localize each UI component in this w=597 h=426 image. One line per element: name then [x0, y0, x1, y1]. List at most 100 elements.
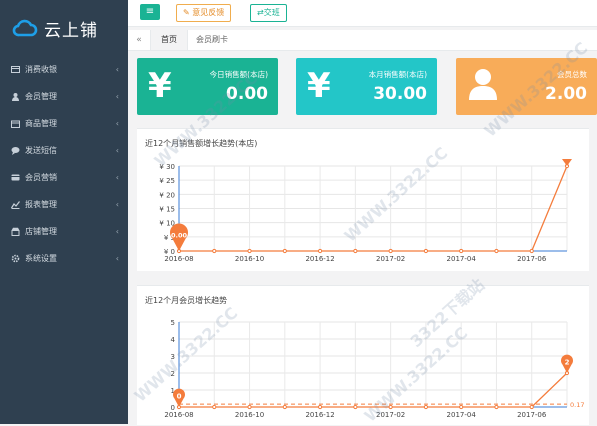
data-point: [529, 404, 534, 410]
member-trend-chart: 0123452016-08 2016-10 2016-12 2017-02 2017-0…: [164, 319, 584, 419]
data-point: [388, 248, 393, 254]
sidebar-item-label: 会员营销: [25, 173, 57, 182]
y-tick-label: ¥ 20: [159, 191, 175, 199]
data-point: [459, 248, 464, 254]
card-value: 2.00: [545, 84, 587, 104]
cloud-icon: [12, 19, 38, 37]
card-icon: [11, 174, 20, 181]
chevron-left-icon: ‹: [115, 92, 119, 101]
tab-member-card-label: 会员刷卡: [196, 35, 228, 44]
tab-home[interactable]: 首页: [150, 30, 188, 50]
average-label: 0.17: [570, 401, 584, 409]
sidebar-item-6[interactable]: 报表管理 ‹: [0, 191, 128, 218]
sidebar-item-label: 店铺管理: [25, 227, 57, 236]
card-value: 30.00: [373, 84, 427, 104]
sidebar-nav: 消费收银 ‹ 会员管理 ‹ 商品管理 ‹ 发送短信 ‹ 会员营销 ‹ 报表管理 ‹ 店铺管理 ‹ 系统设置 ‹: [0, 56, 128, 272]
chevron-left-icon: ‹: [115, 227, 119, 236]
marker-label: 0.00: [171, 232, 188, 240]
top-toolbar: ≡ ✎ 意见反馈 ⇄交班: [128, 0, 597, 27]
data-point: [423, 404, 429, 410]
data-point: [423, 248, 429, 254]
x-tick-label: 2016-10: [235, 411, 264, 419]
data-point: [494, 248, 499, 254]
sidebar: 云上铺 消费收银 ‹ 会员管理 ‹ 商品管理 ‹ 发送短信 ‹ 会员营销 ‹ 报表管理 ‹ 店铺管理 ‹ 系…: [0, 0, 128, 424]
chevron-left-icon: ‹: [115, 200, 119, 209]
user-icon: [12, 93, 19, 101]
chevron-left-icon: ‹: [115, 65, 119, 74]
menu-toggle-button[interactable]: ≡: [140, 4, 160, 20]
data-point: [529, 248, 534, 254]
feedback-button[interactable]: ✎ 意见反馈: [176, 4, 232, 22]
sidebar-item-7[interactable]: 店铺管理 ‹: [0, 218, 128, 245]
x-tick-label: 2016-08: [164, 255, 193, 263]
x-tick-label: 2016-12: [305, 255, 334, 263]
data-point: [282, 404, 287, 410]
marker-label: 2: [565, 358, 570, 366]
sales-trend-chart: ¥ 0¥ 5¥ 10¥ 15¥ 20¥ 25¥ 302016-08 2016-10…: [159, 159, 572, 263]
tab-home-label: 首页: [161, 35, 177, 44]
x-tick-label: 2017-02: [376, 255, 405, 263]
data-point: [282, 248, 287, 254]
line-chart-icon: [11, 201, 20, 209]
x-tick-label: 2017-04: [447, 255, 477, 263]
user-icon: [467, 67, 499, 109]
today-sales-card: ¥ 今日销售额(本店) 0.00: [137, 58, 278, 115]
sidebar-item-label: 消费收银: [25, 65, 57, 74]
double-chevron-left-icon: «: [136, 35, 142, 45]
sidebar-item-label: 报表管理: [25, 200, 57, 209]
card-title: 本月销售额(本店): [368, 70, 427, 79]
x-tick-label: 2017-02: [376, 411, 405, 419]
y-tick-label: ¥ 25: [159, 177, 175, 185]
data-point: [247, 404, 252, 410]
peak-marker: [562, 159, 572, 166]
shift-button[interactable]: ⇄交班: [250, 4, 287, 22]
data-point: [388, 404, 393, 410]
sidebar-item-5[interactable]: 会员营销 ‹: [0, 164, 128, 191]
box-icon: [11, 120, 20, 128]
y-tick-label: 2: [171, 370, 175, 378]
tab-scroll-left-button[interactable]: «: [132, 30, 146, 50]
tab-bar: « 首页 会员刷卡: [128, 30, 597, 51]
sidebar-item-1[interactable]: 消费收银 ‹: [0, 56, 128, 83]
x-tick-label: 2017-06: [517, 411, 547, 419]
sidebar-item-label: 会员管理: [25, 92, 57, 101]
y-tick-label: 5: [171, 319, 175, 327]
data-point: [317, 248, 323, 254]
data-point: [317, 404, 323, 410]
y-tick-label: ¥ 15: [159, 206, 175, 214]
sidebar-item-8[interactable]: 系统设置 ‹: [0, 245, 128, 272]
y-tick-label: ¥ 30: [159, 163, 175, 171]
cashier-icon: [11, 66, 20, 73]
sidebar-item-2[interactable]: 会员管理 ‹: [0, 83, 128, 110]
sidebar-item-4[interactable]: 发送短信 ‹: [0, 137, 128, 164]
feedback-label: 意见反馈: [192, 8, 225, 17]
chevron-left-icon: ‹: [115, 119, 119, 128]
chevron-left-icon: ‹: [115, 173, 119, 182]
tab-member-card[interactable]: 会员刷卡: [186, 30, 238, 50]
x-tick-label: 2017-04: [447, 411, 477, 419]
card-value: 0.00: [226, 84, 268, 104]
month-sales-card: ¥ 本月销售额(本店) 30.00: [296, 58, 437, 115]
x-tick-label: 2017-06: [517, 255, 547, 263]
card-title: 今日销售额(本店): [209, 70, 268, 79]
x-tick-label: 2016-08: [164, 411, 193, 419]
comment-icon: [11, 147, 20, 155]
marker-label: 0: [177, 392, 182, 400]
sales-chart-panel: 近12个月销售额增长趋势(本店) ¥ 0 ¥ 5 ¥ 10 ¥ 15 ¥ 20 ¥ 25 ¥…: [137, 128, 589, 271]
member-total-card: 会员总数 2.00: [456, 58, 597, 115]
store-icon: [11, 227, 20, 236]
yen-icon: ¥: [148, 66, 172, 106]
data-point: [212, 404, 217, 410]
y-tick-label: 4: [171, 336, 176, 344]
hamburger-icon: ≡: [145, 6, 155, 17]
app-logo[interactable]: 云上铺: [0, 0, 128, 56]
sidebar-item-3[interactable]: 商品管理 ‹: [0, 110, 128, 137]
x-tick-label: 2016-10: [235, 255, 264, 263]
y-tick-label: 3: [171, 353, 175, 361]
data-point: [353, 248, 358, 254]
chevron-left-icon: ‹: [115, 254, 119, 263]
member-chart-panel: 近12个月会员增长趋势 0 1 2 3 4 5 2016-08 2016-10 2016-12 2…: [137, 285, 589, 425]
data-point: [459, 404, 464, 410]
edit-icon: ✎: [183, 8, 190, 17]
x-tick-label: 2016-12: [305, 411, 334, 419]
